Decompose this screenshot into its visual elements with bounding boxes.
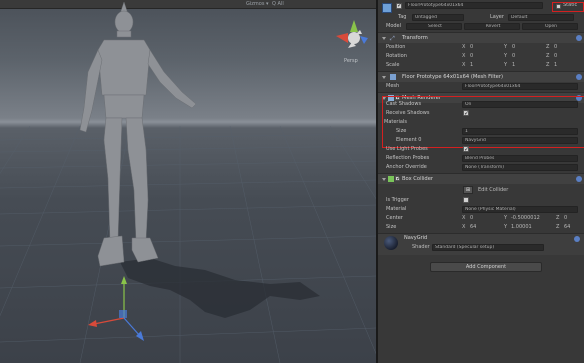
anchor-override-label: Anchor Override: [386, 164, 427, 170]
element-0-label: Element 0: [396, 137, 422, 143]
add-component-button[interactable]: Add Component: [430, 262, 542, 272]
size-z[interactable]: 64: [564, 223, 570, 232]
collapse-icon[interactable]: [382, 37, 386, 40]
center-x[interactable]: 0: [470, 214, 473, 223]
material-name: NavyGrid: [404, 235, 428, 241]
reflection-probes-dropdown[interactable]: Blend Probes: [462, 155, 578, 162]
layer-label: Layer: [490, 14, 504, 20]
receive-shadows-checkbox[interactable]: [463, 109, 469, 118]
object-icon: [382, 3, 392, 13]
settings-icon[interactable]: [576, 74, 582, 80]
rotation-y[interactable]: 0: [512, 52, 515, 61]
receive-shadows-label: Receive Shadows: [386, 110, 430, 116]
position-x[interactable]: 0: [470, 43, 473, 52]
tag-dropdown[interactable]: Untagged: [412, 14, 464, 21]
mesh-filter-icon: [390, 74, 396, 80]
anchor-override-field[interactable]: None (Transform): [462, 164, 578, 171]
object-active-checkbox[interactable]: [396, 2, 402, 9]
materials-label[interactable]: Materials: [384, 118, 407, 127]
transform-header[interactable]: ⤢ Transform: [378, 32, 584, 43]
transform-icon: ⤢: [390, 35, 395, 42]
center-label: Center: [386, 215, 403, 221]
transform-title: Transform: [402, 35, 428, 41]
floor-grid: Persp: [0, 1, 376, 363]
edit-collider-button[interactable]: ⊞: [463, 186, 473, 194]
light-probes-checkbox[interactable]: [463, 145, 469, 154]
object-name-field[interactable]: FloorPrototype64x01x64: [405, 2, 543, 9]
mesh-label: Mesh: [386, 83, 400, 89]
shader-label: Shader: [412, 244, 430, 250]
mesh-filter-title: Floor Prototype 64x01x64 (Mesh Filter): [402, 74, 504, 80]
inspector-panel: FloorPrototype64x01x64 Static Tag Untagg…: [376, 0, 584, 363]
light-probes-label: Use Light Probes: [386, 146, 428, 152]
position-y[interactable]: 0: [512, 43, 515, 52]
box-collider-header[interactable]: Box Collider: [378, 173, 584, 184]
rotation-x[interactable]: 0: [470, 52, 473, 61]
collapse-icon[interactable]: [382, 178, 386, 181]
model-label: Model: [386, 23, 402, 29]
tag-label: Tag: [398, 14, 407, 20]
settings-icon[interactable]: [576, 176, 582, 182]
cast-shadows-dropdown[interactable]: On: [462, 101, 578, 108]
material-sphere-icon: [384, 236, 398, 250]
size-x[interactable]: 64: [470, 223, 476, 232]
shader-dropdown[interactable]: Standard (Specular setup): [432, 244, 544, 251]
collider-material-field[interactable]: None (Physic Material): [462, 206, 578, 213]
model-open-button[interactable]: Open: [522, 23, 578, 30]
persp-label: Persp: [344, 58, 358, 64]
character-model: [79, 1, 197, 267]
settings-icon[interactable]: [576, 35, 582, 41]
orientation-gizmo: [336, 20, 368, 48]
scale-z[interactable]: 1: [554, 61, 557, 70]
size-y[interactable]: 1.00001: [511, 223, 532, 232]
is-trigger-checkbox[interactable]: [463, 197, 469, 203]
collider-material-label: Material: [386, 206, 407, 212]
center-z[interactable]: 0: [564, 214, 567, 223]
box-collider-title: Box Collider: [402, 176, 434, 182]
box-collider-enabled-checkbox[interactable]: [395, 175, 401, 182]
position-z[interactable]: 0: [554, 43, 557, 52]
mesh-filter-header[interactable]: Floor Prototype 64x01x64 (Mesh Filter): [378, 71, 584, 82]
cast-shadows-label: Cast Shadows: [386, 101, 422, 107]
scale-x[interactable]: 1: [470, 61, 473, 70]
materials-size-field[interactable]: 1: [462, 128, 578, 135]
model-select-button[interactable]: Select: [406, 23, 462, 30]
collapse-icon[interactable]: [382, 76, 386, 79]
edit-collider-label: Edit Collider: [478, 187, 509, 193]
layer-dropdown[interactable]: Default: [508, 14, 574, 21]
edit-collider-icon: ⊞: [465, 187, 471, 193]
static-highlight: [552, 2, 584, 12]
reflection-probes-label: Reflection Probes: [386, 155, 430, 161]
box-collider-icon: [388, 176, 394, 182]
material-settings-icon[interactable]: [574, 236, 580, 242]
scene-view[interactable]: Gizmos ▾ Q All Persp: [0, 0, 376, 363]
scale-label: Scale: [386, 62, 400, 68]
rotation-z[interactable]: 0: [554, 52, 557, 61]
materials-size-label: Size: [396, 128, 407, 134]
position-label: Position: [386, 44, 406, 50]
scale-y[interactable]: 1: [512, 61, 515, 70]
model-revert-button[interactable]: Revert: [464, 23, 520, 30]
center-y[interactable]: -0.5000012: [511, 214, 540, 223]
mesh-field[interactable]: FloorPrototype64x01x64: [462, 83, 578, 90]
character-shadow: [120, 258, 320, 318]
rotation-label: Rotation: [386, 53, 407, 59]
element-0-field[interactable]: NavyGrid: [462, 137, 578, 144]
size-label: Size: [386, 224, 397, 230]
is-trigger-label: Is Trigger: [386, 197, 409, 203]
